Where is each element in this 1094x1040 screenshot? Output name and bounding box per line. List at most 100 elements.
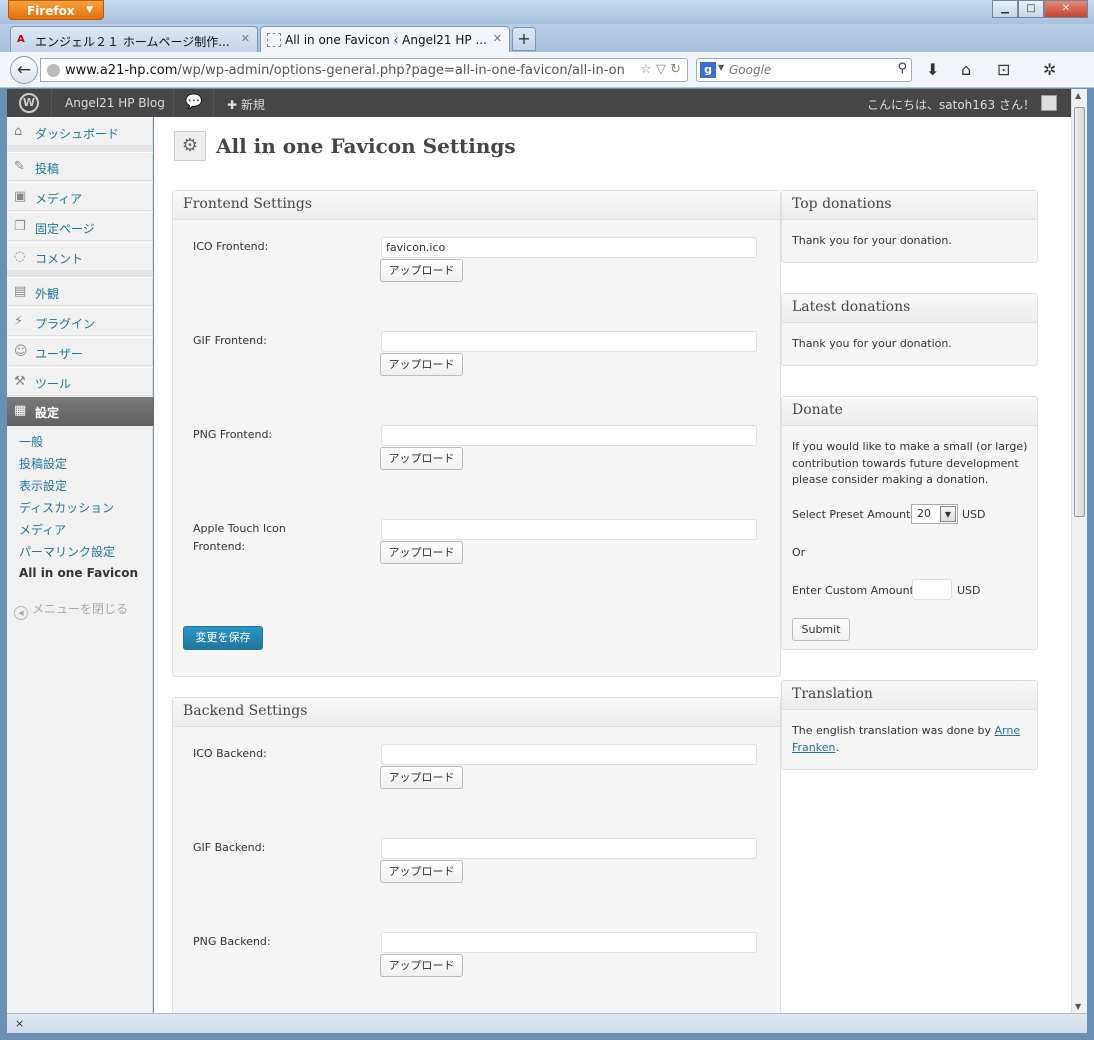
submenu-discussion[interactable]: ディスカッション [19, 499, 114, 516]
menu-settings[interactable]: ▦ 設定 [7, 397, 162, 426]
back-button[interactable]: ← [10, 56, 38, 84]
gif-backend-upload-button[interactable]: アップロード [380, 860, 463, 883]
png-frontend-input[interactable] [381, 425, 757, 446]
close-status-icon[interactable]: × [15, 1017, 24, 1030]
settings-icon: ▦ [14, 403, 27, 418]
png-backend-upload-button[interactable]: アップロード [380, 954, 463, 977]
menu-comments[interactable]: ◌ コメント [7, 242, 153, 271]
minimize-button[interactable]: ▁ [992, 0, 1018, 18]
menu-users[interactable]: ☺ ユーザー [7, 337, 153, 366]
menu-pages[interactable]: ❐ 固定ページ [7, 212, 153, 241]
menu-tools[interactable]: ⚒ ツール [7, 367, 153, 396]
preset-amount-select[interactable]: 20 ▼ [911, 504, 958, 524]
maximize-button[interactable]: □ [1018, 0, 1044, 18]
new-content-link[interactable]: ✚ 新規 [227, 96, 265, 113]
gif-frontend-upload-button[interactable]: アップロード [380, 353, 463, 376]
scroll-up-icon[interactable]: ▲ [1075, 91, 1081, 100]
main-content: ⚙ All in one Favicon Settings Frontend S… [154, 117, 1071, 1027]
dashboard-icon: ⌂ [14, 124, 23, 139]
window-controls: ▁ □ ✕ [992, 0, 1088, 18]
scroll-down-icon[interactable]: ▼ [1075, 1002, 1081, 1011]
search-bar[interactable]: g ▼ ⚲ [696, 58, 912, 82]
custom-currency: USD [957, 584, 981, 597]
apple-touch-frontend-input[interactable] [381, 519, 757, 540]
menu-label: ダッシュボード [35, 127, 120, 141]
greeting-link[interactable]: こんにちは、satoh163 さん！ [867, 96, 1035, 113]
submenu-general[interactable]: 一般 [19, 433, 43, 450]
latest-donations-box: Latest donations Thank you for your dona… [781, 293, 1038, 366]
gif-frontend-input[interactable] [381, 331, 757, 352]
url-bar[interactable]: www.a21-hp.com/wp/wp-admin/options-gener… [40, 58, 688, 82]
new-tab-button[interactable]: + [512, 27, 536, 51]
wp-admin-bar: W Angel21 HP Blog 💬 ✚ 新規 こんにちは、satoh163 … [7, 89, 1071, 117]
latest-donations-heading: Latest donations [782, 294, 1037, 323]
custom-amount-input[interactable] [912, 579, 952, 600]
close-window-button[interactable]: ✕ [1044, 0, 1088, 18]
save-changes-button[interactable]: 変更を保存 [183, 626, 263, 650]
submenu-writing[interactable]: 投稿設定 [19, 455, 67, 472]
home-icon[interactable]: ⌂ [961, 60, 971, 79]
ico-frontend-upload-button[interactable]: アップロード [380, 259, 463, 282]
comment-icon[interactable]: 💬 [185, 94, 202, 110]
dropdown-arrow-icon: ▼ [940, 506, 956, 522]
scrollbar-thumb[interactable] [1074, 107, 1085, 517]
collapse-arrow-icon: ◀ [14, 606, 28, 620]
menu-dashboard[interactable]: ⌂ ダッシュボード [7, 117, 153, 146]
firefox-menu-button[interactable]: Firefox ▼ [8, 0, 104, 20]
menu-label: 固定ページ [35, 222, 95, 236]
png-frontend-upload-button[interactable]: アップロード [380, 447, 463, 470]
search-input[interactable] [729, 62, 879, 78]
latest-donations-text: Thank you for your donation. [792, 337, 952, 350]
site-name-link[interactable]: Angel21 HP Blog [65, 96, 165, 110]
submenu-permalinks[interactable]: パーマリンク設定 [19, 543, 115, 560]
menu-label: コメント [35, 252, 84, 266]
ico-backend-label: ICO Backend: [193, 747, 267, 760]
top-donations-box: Top donations Thank you for your donatio… [781, 190, 1038, 263]
tab-angel21-home[interactable]: A エンジェル２１ ホームページ制作... ✕ [10, 26, 258, 52]
plus-icon: ✚ [227, 98, 238, 112]
menu-posts[interactable]: ✎ 投稿 [7, 152, 153, 181]
site-favicon-icon: A [17, 34, 25, 45]
submit-donation-button[interactable]: Submit [792, 618, 850, 641]
menu-appearance[interactable]: ▤ 外観 [7, 277, 153, 306]
addon-icon[interactable]: ⊡ [997, 60, 1010, 79]
translation-box: Translation The english translation was … [781, 680, 1038, 770]
page-title: All in one Favicon Settings [216, 134, 516, 158]
submenu-media[interactable]: メディア [19, 521, 66, 538]
close-tab-icon[interactable]: ✕ [493, 32, 502, 45]
ico-backend-upload-button[interactable]: アップロード [380, 766, 463, 789]
search-icon[interactable]: ⚲ [897, 61, 907, 76]
title-bar: Firefox ▼ ▁ □ ✕ [0, 0, 1094, 24]
donate-box: Donate If you would like to make a small… [781, 396, 1038, 650]
divider [51, 89, 52, 117]
extension-icon[interactable]: ✲ [1043, 60, 1056, 79]
page-scrollbar[interactable]: ▲ ▼ [1071, 89, 1087, 1013]
submenu-reading[interactable]: 表示設定 [19, 477, 67, 494]
reload-icon[interactable]: ↻ [670, 62, 681, 77]
menu-label: 投稿 [35, 162, 60, 176]
tab-all-in-one-favicon[interactable]: All in one Favicon ‹ Angel21 HP ... ✕ [260, 26, 510, 52]
collapse-menu-button[interactable]: ◀ メニューを閉じる [14, 600, 128, 620]
frontend-settings-box: Frontend Settings ICO Frontend: アップロード G… [172, 190, 781, 677]
submenu-all-in-one-favicon[interactable]: All in one Favicon [19, 566, 138, 580]
download-icon[interactable]: ⬇ [926, 60, 939, 79]
admin-menu: ⌂ ダッシュボード ✎ 投稿 ▣ メディア ❐ 固定ページ ◌ コメント ▤ 外観 ⚡ プラグ… [7, 117, 162, 1013]
avatar[interactable] [1041, 95, 1057, 111]
menu-label: プラグイン [35, 317, 96, 331]
translation-heading: Translation [782, 681, 1037, 710]
chevron-down-icon[interactable]: ▼ [718, 63, 724, 72]
menu-plugins[interactable]: ⚡ プラグイン [7, 307, 153, 336]
menu-media[interactable]: ▣ メディア [7, 182, 153, 211]
close-tab-icon[interactable]: ✕ [241, 32, 250, 45]
ico-backend-input[interactable] [381, 744, 757, 765]
dropdown-arrow-icon[interactable]: ▽ [656, 62, 666, 77]
bookmark-star-icon[interactable]: ☆ [640, 62, 652, 77]
apple-touch-frontend-upload-button[interactable]: アップロード [380, 541, 463, 564]
gif-backend-input[interactable] [381, 838, 757, 859]
ico-frontend-input[interactable] [381, 237, 757, 258]
png-backend-input[interactable] [381, 932, 757, 953]
wordpress-logo-icon[interactable]: W [19, 93, 39, 113]
ico-frontend-label: ICO Frontend: [193, 240, 269, 253]
donate-heading: Donate [782, 397, 1037, 426]
tools-icon: ⚒ [14, 374, 26, 389]
